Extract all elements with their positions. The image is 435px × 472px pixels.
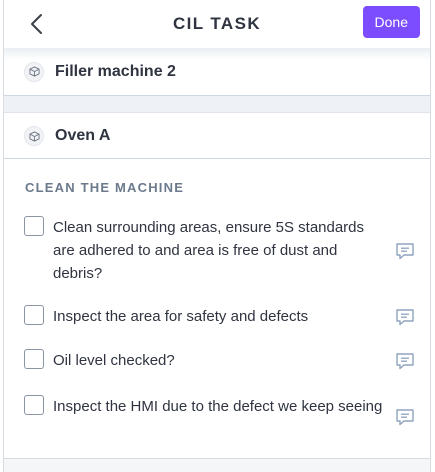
- section-heading: CLEAN THE MACHINE: [25, 180, 185, 195]
- task-label: Inspect the HMI due to the defect we kee…: [53, 398, 383, 415]
- machine-row-oven[interactable]: Oven A: [4, 114, 430, 159]
- task-item: Oil level checked?: [24, 349, 416, 372]
- machine-name: Filler machine 2: [55, 62, 176, 80]
- back-button[interactable]: [26, 12, 50, 36]
- machine-name: Oven A: [55, 127, 111, 144]
- comment-icon[interactable]: [394, 406, 416, 428]
- comment-icon[interactable]: [394, 240, 416, 262]
- task-checkbox[interactable]: [24, 305, 44, 325]
- bottom-divider: [4, 458, 430, 472]
- page-title: CIL TASK: [172, 14, 261, 33]
- cube-icon: [24, 61, 44, 82]
- task-label: Clean surrounding areas, ensure 5S stand…: [53, 219, 365, 282]
- section-divider: [4, 96, 430, 113]
- task-screen: CIL TASK Done Filler machine 2 Oven A CL…: [3, 0, 431, 472]
- machine-row-filler[interactable]: Filler machine 2: [4, 48, 430, 96]
- cube-icon: [24, 126, 44, 146]
- task-label: Inspect the area for safety and defects: [53, 308, 309, 325]
- task-checkbox[interactable]: [24, 349, 44, 369]
- task-checkbox[interactable]: [24, 216, 44, 236]
- comment-icon[interactable]: [394, 350, 416, 372]
- task-checkbox[interactable]: [24, 395, 44, 415]
- task-item: Inspect the HMI due to the defect we kee…: [24, 395, 416, 426]
- task-item: Clean surrounding areas, ensure 5S stand…: [24, 216, 416, 285]
- comment-icon[interactable]: [394, 306, 416, 328]
- chevron-left-icon: [31, 14, 42, 34]
- header-bar: CIL TASK Done: [4, 0, 430, 48]
- done-button[interactable]: Done: [362, 6, 420, 38]
- task-label: Oil level checked?: [53, 352, 175, 369]
- task-item: Inspect the area for safety and defects: [24, 305, 416, 328]
